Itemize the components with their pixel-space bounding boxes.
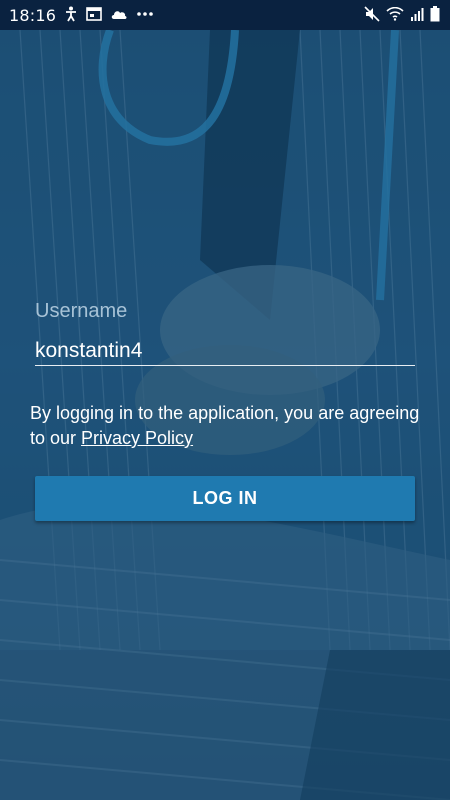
status-time: 18:16 (9, 6, 57, 25)
privacy-policy-link[interactable]: Privacy Policy (81, 428, 193, 448)
wifi-icon (386, 7, 404, 21)
background-photo (0, 0, 450, 800)
accessibility-icon (64, 6, 78, 22)
battery-icon (430, 6, 440, 22)
privacy-notice: By logging in to the application, you ar… (30, 401, 425, 451)
username-input[interactable] (35, 336, 415, 366)
login-button[interactable]: LOG IN (35, 476, 415, 521)
status-right-icons (364, 6, 440, 22)
signal-icon (410, 7, 424, 21)
mute-icon (364, 6, 380, 22)
status-bar: 18:16 (0, 0, 450, 30)
username-label: Username (35, 300, 128, 322)
calendar-icon (86, 7, 102, 21)
background-overlay (0, 0, 450, 800)
cloud-icon (110, 8, 128, 20)
more-dots-icon (136, 11, 154, 17)
status-left-icons (64, 6, 154, 22)
